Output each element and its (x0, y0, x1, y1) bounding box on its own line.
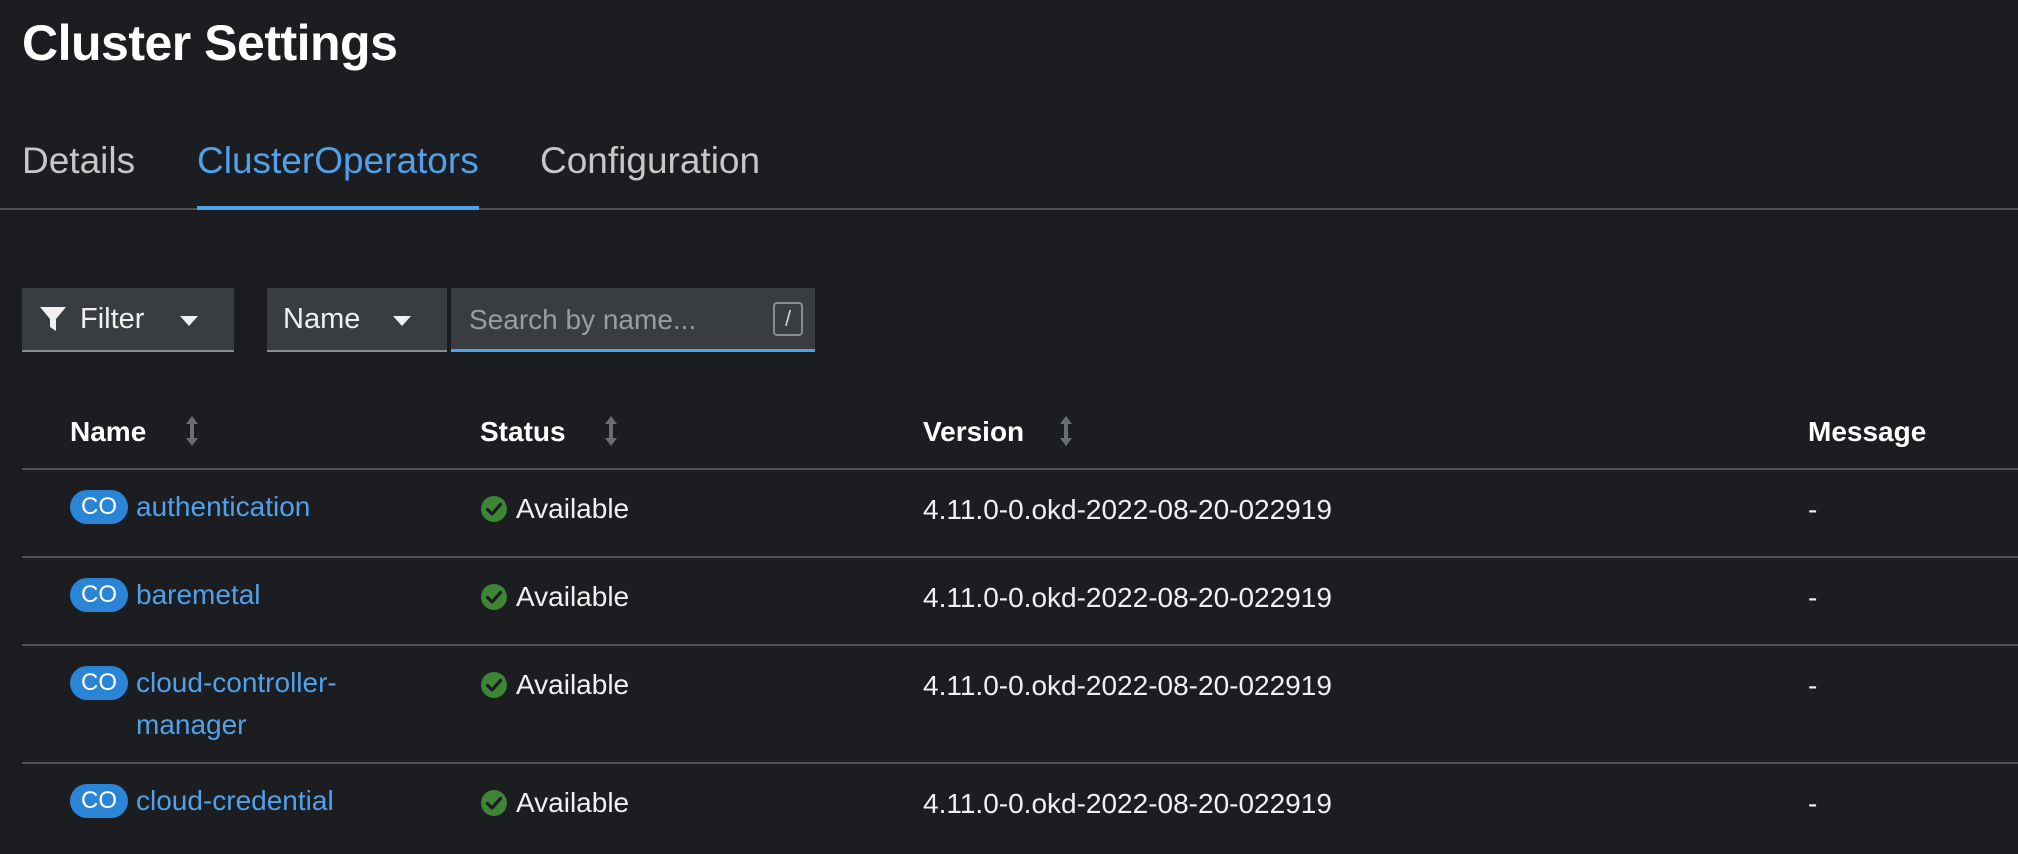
status-cell: Available (480, 669, 629, 701)
operator-link[interactable]: authentication (136, 486, 310, 528)
resource-badge: CO (70, 578, 128, 612)
status-cell: Available (480, 787, 629, 819)
operator-link[interactable]: baremetal (136, 574, 261, 616)
search-input[interactable] (467, 298, 761, 342)
table-row: CO authentication Available 4.11.0-0.okd… (22, 470, 2018, 558)
caret-down-icon (180, 316, 198, 326)
version-text: 4.11.0-0.okd-2022-08-20-022919 (923, 788, 1332, 819)
status-text: Available (516, 787, 630, 818)
operator-link-line: cloud-controller- (136, 667, 337, 698)
tab-clusteroperators[interactable]: ClusterOperators (197, 140, 479, 210)
filter-icon (40, 307, 66, 331)
tab-configuration[interactable]: Configuration (540, 140, 760, 206)
status-text: Available (516, 581, 630, 612)
operator-link[interactable]: cloud-credential (136, 780, 334, 822)
caret-down-icon (393, 316, 411, 326)
sort-icon[interactable] (604, 414, 618, 448)
search-box: / (451, 288, 815, 352)
filter-label: Filter (80, 302, 145, 335)
table-row: CO cloud-credential Available 4.11.0-0.o… (22, 764, 2018, 854)
sort-icon[interactable] (1059, 414, 1073, 448)
table-header: Name Status Version Message (22, 398, 2018, 470)
resource-badge: CO (70, 490, 128, 524)
status-text: Available (516, 669, 630, 700)
tab-bar: Details ClusterOperators Configuration (0, 130, 2018, 210)
message-text: - (1808, 788, 1818, 819)
table-row: CO baremetal Available 4.11.0-0.okd-2022… (22, 558, 2018, 646)
attribute-select-label: Name (283, 302, 361, 335)
column-header-version[interactable]: Version (923, 416, 1024, 448)
status-cell: Available (480, 581, 629, 613)
status-text: Available (516, 493, 630, 524)
resource-badge: CO (70, 784, 128, 818)
version-text: 4.11.0-0.okd-2022-08-20-022919 (923, 670, 1332, 701)
column-header-name[interactable]: Name (70, 416, 146, 448)
check-circle-icon (481, 790, 507, 816)
operator-link[interactable]: cloud-controller- manager (136, 662, 337, 746)
version-text: 4.11.0-0.okd-2022-08-20-022919 (923, 494, 1332, 525)
keyboard-shortcut-hint: / (773, 302, 803, 336)
check-circle-icon (481, 496, 507, 522)
check-circle-icon (481, 672, 507, 698)
message-text: - (1808, 494, 1818, 525)
check-circle-icon (481, 584, 507, 610)
table-row: CO cloud-controller- manager Available 4… (22, 646, 2018, 764)
tab-details[interactable]: Details (22, 140, 135, 206)
resource-badge: CO (70, 666, 128, 700)
operator-link-line: manager (136, 709, 247, 740)
column-header-message: Message (1808, 416, 1927, 447)
version-text: 4.11.0-0.okd-2022-08-20-022919 (923, 582, 1332, 613)
column-header-status[interactable]: Status (480, 416, 566, 448)
sort-icon[interactable] (185, 414, 199, 448)
message-text: - (1808, 582, 1818, 613)
attribute-select[interactable]: Name (267, 288, 447, 352)
message-text: - (1808, 670, 1818, 701)
status-cell: Available (480, 493, 629, 525)
filter-dropdown-button[interactable]: Filter (22, 288, 234, 352)
page-title: Cluster Settings (22, 15, 398, 71)
